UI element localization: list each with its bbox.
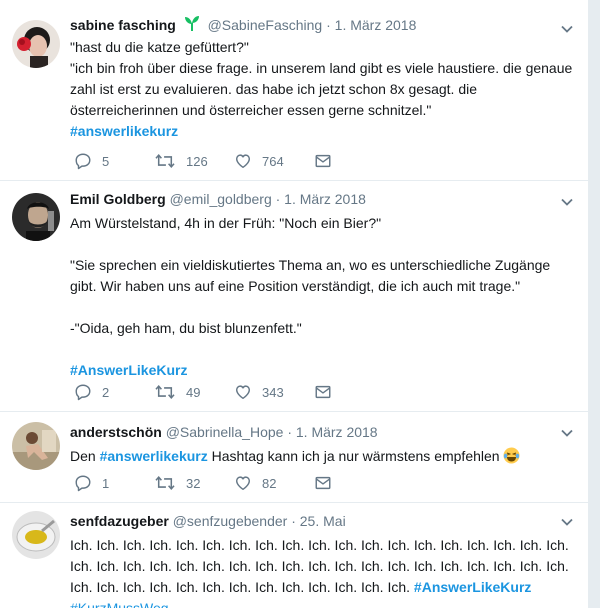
tweet[interactable]: sabine fasching @SabineFasching · 1. Mär… <box>0 0 588 181</box>
tweet-actions: 5 126 764 <box>74 152 332 170</box>
tweet-date[interactable]: · 25. Mai <box>291 513 345 529</box>
reply-count: 5 <box>102 153 110 169</box>
tweet-actions: 2 49 343 <box>74 383 332 401</box>
avatar[interactable] <box>12 193 60 241</box>
like-count: 82 <box>262 475 277 491</box>
reply-count: 2 <box>102 384 110 400</box>
tweet-date[interactable]: · 1. März 2018 <box>326 17 416 33</box>
reply-button[interactable]: 5 <box>74 152 154 170</box>
retweet-icon <box>154 383 176 401</box>
tweet[interactable]: anderstschön @Sabrinella_Hope · 1. März … <box>0 412 588 503</box>
hashtag-link[interactable]: #KurzMussWeg <box>70 600 169 608</box>
retweet-count: 126 <box>186 153 208 169</box>
laughing-emoji-icon <box>503 447 520 464</box>
chevron-down-icon[interactable] <box>560 426 574 440</box>
tweet-actions: 1 32 82 <box>74 474 332 492</box>
retweet-icon <box>154 474 176 492</box>
avatar[interactable] <box>12 20 60 68</box>
like-count: 764 <box>262 153 284 169</box>
tweet-line: Am Würstelstand, 4h in der Früh: "Noch e… <box>70 215 382 231</box>
reply-count: 1 <box>102 475 110 491</box>
leaf-icon <box>184 16 199 31</box>
reply-icon <box>74 383 92 401</box>
tweet-text: Ich. Ich. Ich. Ich. Ich. Ich. Ich. Ich. … <box>70 535 574 608</box>
retweet-count: 32 <box>186 475 201 491</box>
like-count: 343 <box>262 384 284 400</box>
like-button[interactable]: 343 <box>234 383 314 401</box>
user-handle[interactable]: @Sabrinella_Hope <box>166 424 284 440</box>
message-button[interactable] <box>314 474 332 492</box>
message-button[interactable] <box>314 383 332 401</box>
like-icon <box>234 152 252 170</box>
like-button[interactable]: 82 <box>234 474 314 492</box>
display-name[interactable]: anderstschön <box>70 424 162 440</box>
chevron-down-icon[interactable] <box>560 515 574 529</box>
like-icon <box>234 474 252 492</box>
user-handle[interactable]: @emil_goldberg <box>170 191 272 207</box>
retweet-icon <box>154 152 176 170</box>
like-icon <box>234 383 252 401</box>
retweet-count: 49 <box>186 384 201 400</box>
display-name[interactable]: sabine fasching <box>70 17 176 33</box>
message-icon <box>314 152 332 170</box>
tweet[interactable]: Emil Goldberg @emil_goldberg · 1. März 2… <box>0 181 588 412</box>
tweet-feed: sabine fasching @SabineFasching · 1. Mär… <box>0 0 588 608</box>
tweet-line: -"Oida, geh ham, du bist blunzenfett." <box>70 320 302 336</box>
message-icon <box>314 474 332 492</box>
tweet-line: "Sie sprechen ein vieldiskutiertes Thema… <box>70 257 551 294</box>
display-name[interactable]: senfdazugeber <box>70 513 169 529</box>
user-handle[interactable]: @SabineFasching <box>208 17 323 33</box>
avatar[interactable] <box>12 422 60 470</box>
chevron-down-icon[interactable] <box>560 22 574 36</box>
user-handle[interactable]: @senfzugebender <box>173 513 288 529</box>
tweet-line: "hast du die katze gefüttert?" <box>70 39 249 55</box>
hashtag-link[interactable]: #answerlikekurz <box>100 448 208 464</box>
hashtag-link[interactable]: #AnswerLikeKurz <box>70 362 187 378</box>
tweet-header: Emil Goldberg @emil_goldberg · 1. März 2… <box>70 189 574 209</box>
reply-icon <box>74 474 92 492</box>
chevron-down-icon[interactable] <box>560 195 574 209</box>
tweet-text: Den #answerlikekurz Hashtag kann ich ja … <box>70 446 574 467</box>
hashtag-link[interactable]: #AnswerLikeKurz <box>414 579 531 595</box>
tweet-date[interactable]: · 1. März 2018 <box>276 191 366 207</box>
reply-icon <box>74 152 92 170</box>
tweet-header: anderstschön @Sabrinella_Hope · 1. März … <box>70 422 574 442</box>
hashtag-link[interactable]: #answerlikekurz <box>70 123 178 139</box>
tweet-text-part: Den <box>70 448 100 464</box>
retweet-button[interactable]: 49 <box>154 383 234 401</box>
tweet-date[interactable]: · 1. März 2018 <box>287 424 377 440</box>
tweet[interactable]: senfdazugeber @senfzugebender · 25. Mai … <box>0 503 588 608</box>
tweet-header: senfdazugeber @senfzugebender · 25. Mai <box>70 511 574 531</box>
tweet-text: "hast du die katze gefüttert?" "ich bin … <box>70 37 574 142</box>
reply-button[interactable]: 1 <box>74 474 154 492</box>
tweet-text: Am Würstelstand, 4h in der Früh: "Noch e… <box>70 213 574 381</box>
reply-button[interactable]: 2 <box>74 383 154 401</box>
retweet-button[interactable]: 126 <box>154 152 234 170</box>
message-button[interactable] <box>314 152 332 170</box>
tweet-line: "ich bin froh über diese frage. in unser… <box>70 60 573 118</box>
display-name[interactable]: Emil Goldberg <box>70 191 166 207</box>
like-button[interactable]: 764 <box>234 152 314 170</box>
avatar[interactable] <box>12 511 60 559</box>
retweet-button[interactable]: 32 <box>154 474 234 492</box>
message-icon <box>314 383 332 401</box>
tweet-text-part: Hashtag kann ich ja nur wärmstens empfeh… <box>207 448 504 464</box>
tweet-header: sabine fasching @SabineFasching · 1. Mär… <box>70 14 574 35</box>
